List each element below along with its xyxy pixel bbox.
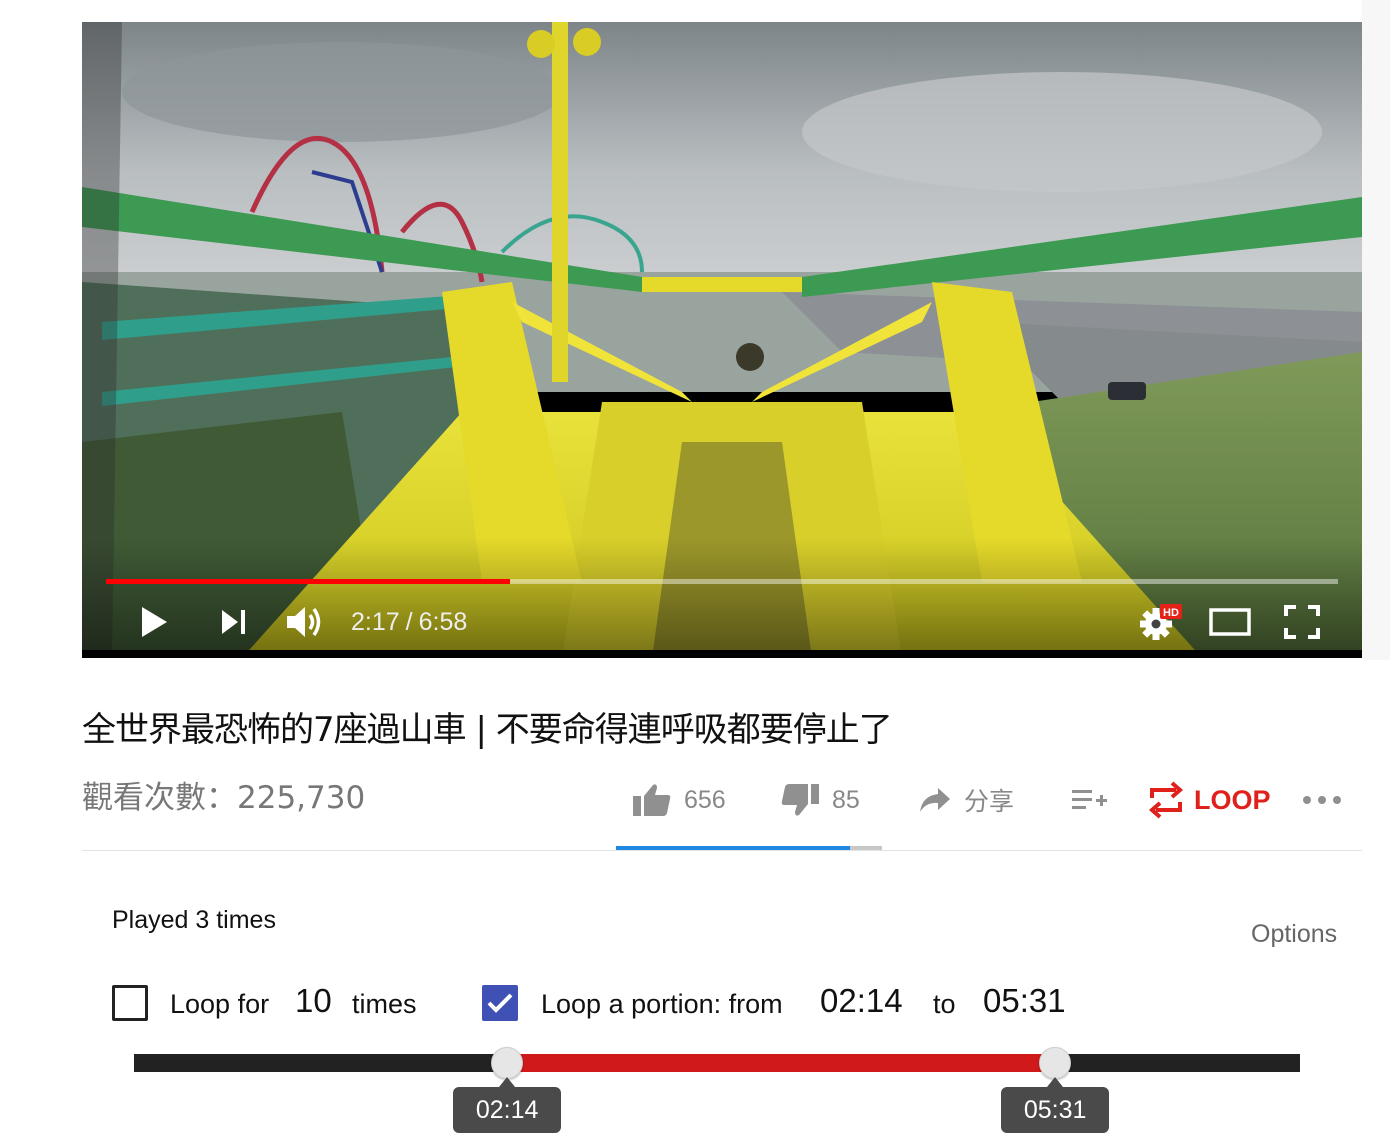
checkmark-icon bbox=[487, 993, 513, 1013]
loop-for-count[interactable]: 10 bbox=[295, 980, 332, 1022]
theater-mode-button[interactable] bbox=[1208, 600, 1252, 644]
loop-button[interactable]: LOOP bbox=[1146, 778, 1271, 822]
hd-badge: HD bbox=[1163, 607, 1179, 619]
page-right-gutter bbox=[1362, 0, 1390, 660]
share-label: 分享 bbox=[964, 788, 1015, 816]
volume-button[interactable] bbox=[282, 600, 328, 644]
divider bbox=[82, 850, 1362, 851]
duration: 6:58 bbox=[418, 608, 468, 636]
loop-to-word: to bbox=[933, 989, 956, 1019]
play-icon bbox=[142, 607, 167, 637]
like-button[interactable]: 656 bbox=[632, 778, 726, 822]
loop-icon bbox=[1148, 781, 1184, 819]
video-progress-bar[interactable] bbox=[106, 579, 1338, 584]
loop-for-checkbox[interactable] bbox=[112, 985, 148, 1021]
settings-button[interactable]: HD bbox=[1136, 600, 1184, 644]
video-title: 全世界最恐怖的7座過山車 | 不要命得連呼吸都要停止了 bbox=[82, 710, 893, 750]
next-icon bbox=[222, 610, 245, 634]
add-to-playlist-button[interactable] bbox=[1070, 778, 1108, 822]
more-icon bbox=[1303, 796, 1341, 804]
like-count: 656 bbox=[684, 785, 726, 814]
time-readout: 2:17/6:58 bbox=[351, 606, 467, 638]
options-link[interactable]: Options bbox=[1251, 920, 1337, 949]
gear-icon: HD bbox=[1140, 604, 1182, 640]
dislike-button[interactable]: 85 bbox=[780, 778, 860, 822]
play-button[interactable] bbox=[132, 600, 176, 644]
loop-start-handle[interactable] bbox=[491, 1047, 524, 1079]
fullscreen-icon bbox=[1284, 605, 1320, 639]
dislike-count: 85 bbox=[832, 785, 860, 814]
theater-mode-icon bbox=[1209, 608, 1251, 636]
time-separator: / bbox=[405, 608, 413, 636]
thumbs-up-icon bbox=[633, 784, 671, 816]
loop-from-time[interactable]: 02:14 bbox=[820, 980, 903, 1022]
loop-label: LOOP bbox=[1194, 784, 1271, 815]
page-top-strip bbox=[0, 0, 1390, 22]
loop-start-tooltip: 02:14 bbox=[453, 1077, 562, 1133]
loop-for-prefix: Loop for bbox=[170, 989, 270, 1019]
video-progress-played bbox=[106, 579, 511, 584]
played-count-text: Played 3 times bbox=[112, 906, 276, 934]
next-button[interactable] bbox=[214, 600, 254, 644]
loop-end-handle[interactable] bbox=[1039, 1047, 1072, 1079]
add-to-playlist-icon bbox=[1072, 790, 1107, 809]
loop-range-selection bbox=[507, 1054, 1056, 1072]
share-button[interactable]: 分享 bbox=[918, 778, 1014, 822]
volume-icon bbox=[287, 607, 321, 637]
loop-portion-prefix: Loop a portion: from bbox=[541, 989, 783, 1019]
current-time: 2:17 bbox=[351, 608, 400, 636]
share-icon bbox=[920, 788, 950, 812]
thumbs-down-icon bbox=[781, 784, 819, 816]
player-bottom-edge bbox=[82, 650, 1362, 658]
loop-portion-checkbox[interactable] bbox=[482, 985, 518, 1021]
more-actions-button[interactable] bbox=[1302, 778, 1342, 822]
loop-for-suffix: times bbox=[352, 989, 417, 1019]
fullscreen-button[interactable] bbox=[1280, 600, 1324, 644]
video-player[interactable]: 2:17/6:58 HD bbox=[82, 22, 1362, 658]
loop-end-tooltip: 05:31 bbox=[1001, 1077, 1110, 1133]
view-count: 觀看次數：225,730 bbox=[82, 780, 366, 816]
loop-to-time[interactable]: 05:31 bbox=[983, 980, 1066, 1022]
